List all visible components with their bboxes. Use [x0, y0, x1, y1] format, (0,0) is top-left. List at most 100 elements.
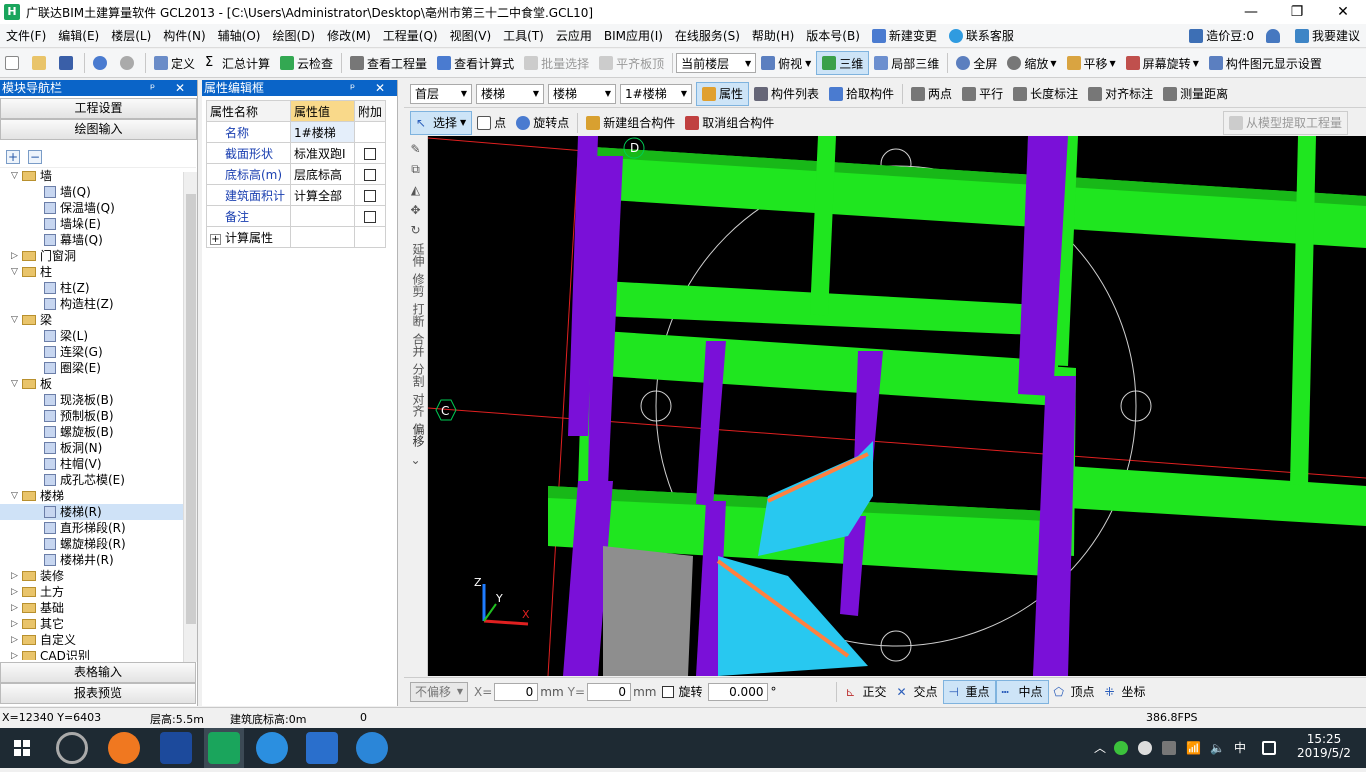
ortho-button[interactable]: ⊾ 正交 [840, 680, 891, 704]
component-select[interactable]: 1#楼梯 ▼ [620, 83, 692, 104]
expand-icon[interactable]: ▷ [10, 248, 19, 264]
cad-icon[interactable] [160, 732, 192, 764]
undo-button[interactable] [88, 51, 115, 75]
property-value-input[interactable] [290, 205, 355, 227]
tree-item[interactable]: 幕墙(Q) [0, 232, 196, 248]
report-preview-button[interactable]: 报表预览 [0, 683, 196, 704]
extra-checkbox[interactable] [364, 147, 376, 160]
tree-folder[interactable]: ▽ 板 [0, 376, 196, 392]
menu-version[interactable]: 版本号(B) [800, 27, 866, 44]
ime-indicator[interactable]: 中 [1234, 728, 1246, 768]
chevron-down-icon[interactable]: ⌄ [404, 453, 427, 467]
collapse-icon[interactable]: ▽ [10, 264, 19, 280]
wechat-icon[interactable] [1114, 741, 1128, 755]
property-value-input[interactable]: 计算全部 [290, 184, 355, 206]
tree-item[interactable]: 预制板(B) [0, 408, 196, 424]
menu-bim[interactable]: BIM应用(I) [598, 27, 669, 44]
browser-icon[interactable] [56, 732, 88, 764]
screen-rotate-button[interactable]: 屏幕旋转 ▼ [1121, 51, 1204, 75]
tree-item[interactable]: 保温墙(Q) [0, 200, 196, 216]
merge-tool[interactable]: 合并 [410, 333, 427, 357]
clock[interactable]: 15:25 2019/5/2 [1296, 732, 1352, 772]
properties-button[interactable]: 属性 [696, 81, 750, 106]
glodon-task[interactable] [204, 728, 244, 768]
new-change-button[interactable]: 新建变更 [866, 27, 943, 44]
new-file-button[interactable] [0, 51, 27, 75]
project-settings-button[interactable]: 工程设置 [0, 98, 197, 119]
category-select[interactable]: 楼梯 ▼ [476, 83, 544, 104]
drawing-input-button[interactable]: 绘图输入 [0, 119, 197, 140]
menu-help[interactable]: 帮助(H) [746, 27, 800, 44]
menu-floor[interactable]: 楼层(L) [105, 27, 157, 44]
tree-item[interactable]: 柱帽(V) [0, 456, 196, 472]
view-mode-button[interactable]: 俯视 ▼ [756, 51, 816, 75]
property-value-input[interactable]: 层底标高 [290, 163, 355, 185]
tray-chevron-icon[interactable]: ︿ [1094, 728, 1106, 768]
tree-folder[interactable]: ▷ 自定义 [0, 632, 196, 648]
tree-item[interactable]: 现浇板(B) [0, 392, 196, 408]
zoom-button[interactable]: 缩放 ▼ [1002, 51, 1061, 75]
tree-item[interactable]: 楼梯井(R) [0, 552, 196, 568]
menu-tools[interactable]: 工具(T) [497, 27, 550, 44]
mirror-icon[interactable]: ◭ [404, 183, 427, 197]
property-row-section[interactable]: 截面形状 标准双跑I [206, 142, 387, 164]
tree-folder[interactable]: ▽ 楼梯 [0, 488, 196, 504]
volume-icon[interactable]: 🔈 [1210, 728, 1225, 768]
keyboard-icon[interactable] [1262, 741, 1276, 755]
tree-item[interactable]: 圈梁(E) [0, 360, 196, 376]
define-button[interactable]: 定义 [149, 51, 200, 75]
tree-item[interactable]: 成孔芯模(E) [0, 472, 196, 488]
coord-button[interactable]: ⁜ 坐标 [1100, 680, 1151, 704]
tree-item[interactable]: 墙垛(E) [0, 216, 196, 232]
fullscreen-button[interactable]: 全屏 [951, 51, 1002, 75]
open-file-button[interactable] [27, 51, 54, 75]
collapse-all-icon[interactable]: − [28, 149, 42, 164]
column-beam[interactable] [1290, 136, 1316, 486]
rotate-checkbox[interactable] [662, 685, 675, 698]
tree-scrollbar[interactable] [183, 172, 197, 662]
windows-start-icon[interactable] [14, 740, 30, 756]
midpoint-button[interactable]: ┅ 中点 [995, 679, 1049, 704]
maximize-button[interactable]: ❐ [1274, 0, 1320, 24]
component-list-button[interactable]: 构件列表 [749, 82, 824, 106]
feedback-button[interactable]: 我要建议 [1289, 27, 1366, 44]
trim-tool[interactable]: 修剪 [410, 273, 427, 297]
extra-checkbox[interactable] [364, 210, 376, 223]
app-icon-g[interactable] [356, 732, 388, 764]
tree-folder[interactable]: ▷ 其它 [0, 616, 196, 632]
tray-app-icon[interactable] [1162, 741, 1176, 755]
tree-folder[interactable]: ▷ 基础 [0, 600, 196, 616]
property-value-input[interactable] [290, 226, 355, 248]
menu-file[interactable]: 文件(F) [0, 27, 52, 44]
column[interactable] [588, 156, 623, 486]
floor-select[interactable]: 首层 ▼ [410, 83, 472, 104]
model-view[interactable]: D C Z Y X [428, 136, 1366, 676]
rotate-icon[interactable]: ↻ [404, 223, 427, 237]
property-value-input[interactable]: 标准双跑I [290, 142, 355, 164]
view-quantity-button[interactable]: 查看工程量 [345, 51, 432, 75]
two-point-button[interactable]: 两点 [906, 82, 957, 106]
tree-item[interactable]: 板洞(N) [0, 440, 196, 456]
table-input-button[interactable]: 表格输入 [0, 662, 196, 683]
pick-component-button[interactable]: 拾取构件 [824, 82, 899, 106]
qq-icon[interactable] [1138, 741, 1152, 755]
select-button[interactable]: ↖ 选择 ▼ [410, 110, 473, 135]
collapse-icon[interactable]: ▽ [10, 312, 19, 328]
tree-item[interactable]: 构造柱(Z) [0, 296, 196, 312]
coin-button[interactable]: 造价豆:0 [1183, 27, 1260, 44]
point-button[interactable]: 点 [472, 111, 511, 135]
rotate-point-button[interactable]: 旋转点 [511, 111, 574, 135]
cloud-check-button[interactable]: 云检查 [275, 51, 338, 75]
offset-mode-select[interactable]: 不偏移 ▼ [410, 681, 468, 702]
align-tool[interactable]: 对齐 [410, 393, 427, 417]
property-row-remark[interactable]: 备注 [206, 205, 387, 227]
extend-tool[interactable]: 延伸 [410, 243, 427, 267]
app-icon-s[interactable] [306, 732, 338, 764]
tree-folder[interactable]: ▷ CAD识别 [0, 648, 196, 660]
length-dim-button[interactable]: 长度标注 [1008, 82, 1083, 106]
tree-folder[interactable]: ▷ 土方 [0, 584, 196, 600]
x-offset-input[interactable]: 0 [494, 682, 539, 701]
vertex-button[interactable]: ⬠ 顶点 [1049, 680, 1100, 704]
type-select[interactable]: 楼梯 ▼ [548, 83, 616, 104]
tree-item[interactable]: 墙(Q) [0, 184, 196, 200]
